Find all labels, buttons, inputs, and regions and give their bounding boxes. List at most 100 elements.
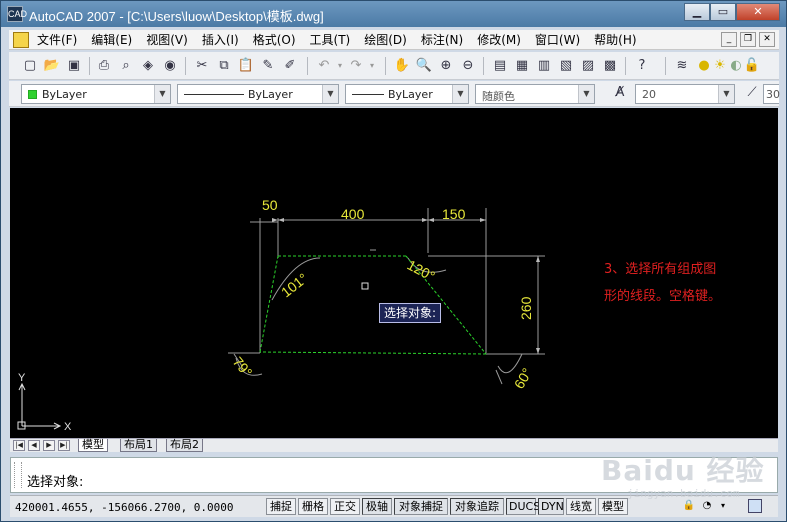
cut-icon[interactable]: ✂ <box>193 57 211 75</box>
close-button[interactable]: ✕ <box>736 3 780 21</box>
paste-icon[interactable]: 📋 <box>237 57 255 75</box>
dim-text-260: 260 <box>518 296 534 320</box>
communication-center-icon[interactable]: ◔ <box>700 499 714 513</box>
dimension-style-icon[interactable]: ⟋ <box>743 84 761 102</box>
text-height-combo[interactable]: 20 ▼ <box>635 84 735 104</box>
menu-file[interactable]: 文件(F) <box>37 31 77 48</box>
lineweight-combo[interactable]: ByLayer ▼ <box>345 84 469 104</box>
polar-toggle[interactable]: 极轴 <box>362 498 392 515</box>
osnap-toggle[interactable]: 对象捕捉 <box>394 498 448 515</box>
chevron-down-icon[interactable]: ▼ <box>322 85 338 103</box>
ducs-toggle[interactable]: DUCS <box>506 498 540 515</box>
arrowhead <box>272 218 278 222</box>
menu-window[interactable]: 窗口(W) <box>535 31 580 48</box>
angle-text-101: 101° <box>278 270 311 300</box>
dyn-toggle[interactable]: DYN <box>538 498 564 515</box>
pan-realtime-icon[interactable]: ✋ <box>393 57 411 75</box>
menu-view[interactable]: 视图(V) <box>146 31 188 48</box>
open-file-icon[interactable]: 📂 <box>43 57 61 75</box>
match-properties-icon[interactable]: ✎ <box>259 57 277 75</box>
toolbar-divider <box>307 57 308 75</box>
linetype-combo[interactable]: ByLayer ▼ <box>177 84 339 104</box>
dynamic-input-tooltip: 选择对象: <box>379 303 442 323</box>
coordinate-readout[interactable]: 420001.4655, -156066.2700, 0.0000 <box>15 501 234 514</box>
doc-minimize-button[interactable]: _ <box>721 32 737 47</box>
toolbar-divider <box>185 57 186 75</box>
chevron-down-icon[interactable]: ▾ <box>716 499 730 513</box>
tab-layout2[interactable]: 布局2 <box>166 439 203 452</box>
help-icon[interactable]: ? <box>633 57 651 75</box>
3d-dwf-icon[interactable]: ◉ <box>161 57 179 75</box>
tab-layout1[interactable]: 布局1 <box>120 439 157 452</box>
layer-manager-icon[interactable]: ≋ <box>673 57 691 75</box>
tab-model[interactable]: 模型 <box>78 439 108 452</box>
menu-edit[interactable]: 编辑(E) <box>91 31 132 48</box>
arrowhead <box>536 348 540 354</box>
title-bar: CAD AutoCAD 2007 - [C:\Users\luow\Deskto… <box>1 1 786 27</box>
copy-icon[interactable]: ⧉ <box>215 57 233 75</box>
tool-palettes-icon[interactable]: ▥ <box>535 57 553 75</box>
selected-left-edge[interactable] <box>259 255 279 353</box>
autocad-logo-icon[interactable] <box>13 31 29 48</box>
zoom-window-icon[interactable]: ⊕ <box>437 57 455 75</box>
selected-bottom-edge[interactable] <box>259 351 487 355</box>
publish-icon[interactable]: ◈ <box>139 57 157 75</box>
menu-format[interactable]: 格式(O) <box>253 31 296 48</box>
layer-lock-icon[interactable]: 🔓 <box>743 57 761 75</box>
menu-modify[interactable]: 修改(M) <box>477 31 521 48</box>
drawing-area[interactable]: 50 400 150 260 101° 120° 79° 60° Y X 3、选… <box>10 108 778 438</box>
block-editor-icon[interactable]: ✐ <box>281 57 299 75</box>
prev-tab-button[interactable]: ◀ <box>28 440 40 451</box>
new-file-icon[interactable]: ▢ <box>21 57 39 75</box>
chevron-down-icon[interactable]: ▼ <box>154 85 170 103</box>
redo-dropdown-icon[interactable]: ▾ <box>363 57 381 75</box>
menu-tools[interactable]: 工具(T) <box>310 31 351 48</box>
lock-icon[interactable]: 🔒 <box>682 499 696 513</box>
chevron-down-icon[interactable]: ▼ <box>578 85 594 103</box>
chevron-down-icon[interactable]: ▼ <box>452 85 468 103</box>
plot-preview-icon[interactable]: ⌕ <box>117 57 135 75</box>
properties-icon[interactable]: ▤ <box>491 57 509 75</box>
window-controls: ▁ ▭ ✕ <box>684 3 780 21</box>
chevron-down-icon[interactable]: ▼ <box>718 85 734 103</box>
model-space-toggle[interactable]: 模型 <box>598 498 628 515</box>
command-line-grip[interactable] <box>14 462 22 488</box>
calculator-icon[interactable]: ▩ <box>601 57 619 75</box>
lineweight-toggle[interactable]: 线宽 <box>566 498 596 515</box>
menu-insert[interactable]: 插入(I) <box>202 31 239 48</box>
document-controls: _ ❐ ✕ <box>718 32 775 47</box>
toolbar-divider <box>625 57 626 75</box>
plot-icon[interactable]: ⎙ <box>95 57 113 75</box>
first-tab-button[interactable]: |◀ <box>13 440 25 451</box>
design-center-icon[interactable]: ▦ <box>513 57 531 75</box>
grid-toggle[interactable]: 栅格 <box>298 498 328 515</box>
tutorial-note-line2: 形的线段。空格键。 <box>604 288 721 304</box>
plot-style-combo[interactable]: 随颜色 ▼ <box>475 84 595 104</box>
minimize-button[interactable]: ▁ <box>684 3 710 21</box>
scale-combo[interactable]: 30 <box>763 84 780 104</box>
next-tab-button[interactable]: ▶ <box>43 440 55 451</box>
ortho-toggle[interactable]: 正交 <box>330 498 360 515</box>
layer-color-combo[interactable]: ByLayer ▼ <box>21 84 171 104</box>
save-icon[interactable]: ▣ <box>65 57 83 75</box>
command-line[interactable]: 选择对象: <box>10 457 778 493</box>
text-style-icon[interactable]: A̸ <box>611 84 629 102</box>
maximize-button[interactable]: ▭ <box>710 3 736 21</box>
menu-dimension[interactable]: 标注(N) <box>421 31 463 48</box>
menu-draw[interactable]: 绘图(D) <box>364 31 407 48</box>
snap-toggle[interactable]: 捕捉 <box>266 498 296 515</box>
standard-toolbar: ▢ 📂 ▣ ⎙ ⌕ ◈ ◉ ✂ ⧉ 📋 ✎ ✐ ↶ ▾ ↷ ▾ ✋ 🔍 ⊕ ⊖ … <box>9 52 779 80</box>
menu-help[interactable]: 帮助(H) <box>594 31 636 48</box>
autocad-app-icon[interactable]: CAD <box>7 6 27 22</box>
last-tab-button[interactable]: ▶| <box>58 440 70 451</box>
sheet-set-icon[interactable]: ▧ <box>557 57 575 75</box>
doc-close-button[interactable]: ✕ <box>759 32 775 47</box>
doc-restore-button[interactable]: ❐ <box>740 32 756 47</box>
zoom-previous-icon[interactable]: ⊖ <box>459 57 477 75</box>
clean-screen-icon[interactable] <box>748 499 762 513</box>
otrack-toggle[interactable]: 对象追踪 <box>450 498 504 515</box>
drawing-svg[interactable]: 50 400 150 260 101° 120° 79° 60° Y X 3、选… <box>10 108 778 438</box>
arrowhead <box>422 218 428 222</box>
zoom-realtime-icon[interactable]: 🔍 <box>415 57 433 75</box>
markup-icon[interactable]: ▨ <box>579 57 597 75</box>
